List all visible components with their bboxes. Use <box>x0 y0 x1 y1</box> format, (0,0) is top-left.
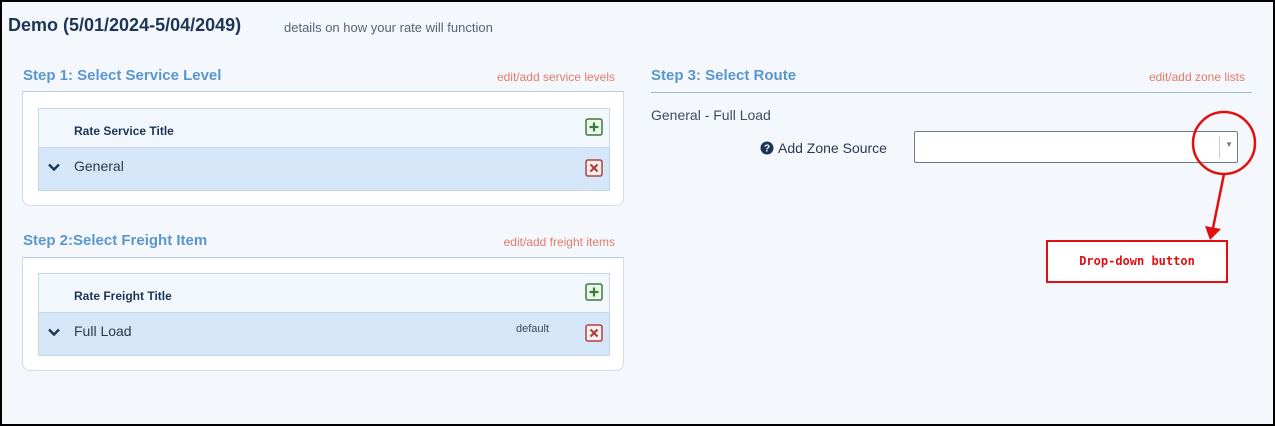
annotation-overlay <box>1191 110 1257 240</box>
annotation-label: Drop-down button <box>1046 240 1228 283</box>
annotation-arrow-line <box>1211 173 1226 229</box>
annotation-arrow-head <box>1205 226 1221 240</box>
annotation-circle <box>1191 110 1257 176</box>
